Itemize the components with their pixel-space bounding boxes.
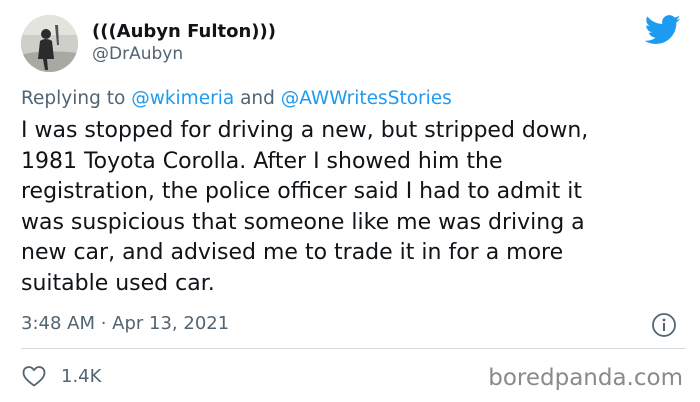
tweet-card: (((Aubyn Fulton))) @DrAubyn Replying to … (0, 0, 700, 402)
profile-photo-silhouette-icon (21, 15, 78, 72)
tweet-timestamp[interactable]: 3:48 AM · Apr 13, 2021 (21, 313, 229, 334)
like-button[interactable]: 1.4K (21, 363, 101, 389)
tweet-text: I was stopped for driving a new, but str… (21, 116, 686, 299)
replying-to-label: Replying to (21, 88, 126, 109)
display-name[interactable]: (((Aubyn Fulton))) (92, 21, 276, 42)
tweet-line: new car, and advised me to trade it in f… (21, 240, 564, 265)
like-count: 1.4K (61, 365, 102, 387)
mention-link-awwritesstories[interactable]: @AWWritesStories (281, 88, 452, 109)
boredpanda-watermark: boredpanda.com (488, 365, 683, 391)
twitter-bird-icon[interactable] (645, 15, 681, 45)
tweet-line: suitable used car. (21, 270, 215, 296)
info-icon[interactable] (651, 312, 677, 338)
tweet-line: I was stopped for driving a new, but str… (21, 118, 589, 143)
heart-icon (22, 366, 46, 387)
replying-to-line: Replying to @wkimeria and @AWWritesStori… (21, 88, 452, 109)
mention-link-wkimeria[interactable]: @wkimeria (131, 88, 234, 109)
tweet-line: registration, the police officer said I … (21, 179, 582, 204)
divider (21, 348, 686, 349)
tweet-line: 1981 Toyota Corolla. After I showed him … (21, 148, 503, 174)
user-handle[interactable]: @DrAubyn (92, 44, 183, 64)
replying-to-conjunction: and (240, 88, 275, 109)
tweet-line: was suspicious that someone like me was … (21, 209, 585, 235)
avatar[interactable] (21, 15, 78, 72)
